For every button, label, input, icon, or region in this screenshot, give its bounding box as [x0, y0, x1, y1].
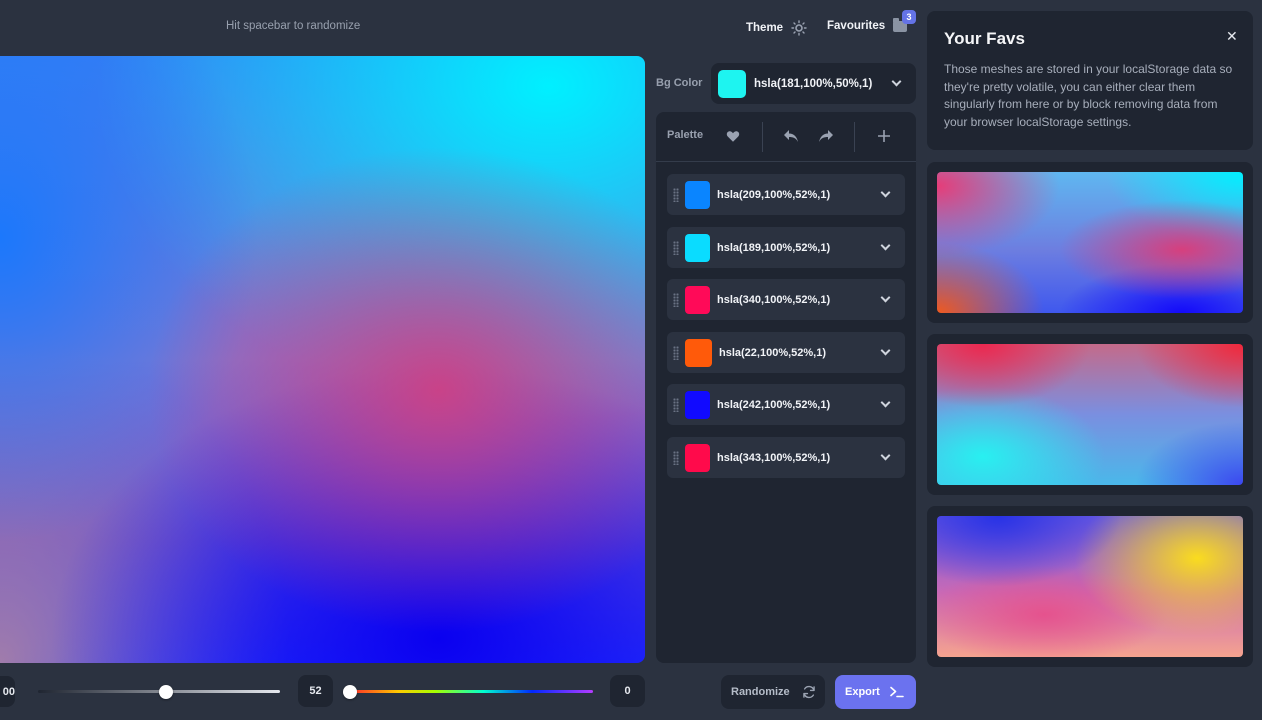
randomize-button[interactable]: Randomize	[721, 675, 825, 709]
sun-icon	[791, 20, 807, 36]
heart-icon[interactable]	[726, 129, 740, 143]
color-value: hsla(343,100%,52%,1)	[717, 451, 831, 464]
favs-title: Your Favs	[944, 29, 1025, 48]
bg-color-select[interactable]: hsla(181,100%,50%,1)	[711, 63, 916, 104]
favourites-count-badge: 3	[902, 10, 916, 24]
undo-icon[interactable]	[783, 129, 799, 143]
close-icon[interactable]: ✕	[1226, 29, 1238, 43]
lightness-slider-handle[interactable]	[159, 685, 173, 699]
drag-handle-icon[interactable]	[673, 187, 679, 202]
theme-toggle[interactable]: Theme	[746, 20, 807, 36]
palette-color-row[interactable]: hsla(209,100%,52%,1)	[667, 174, 905, 215]
bg-color-value: hsla(181,100%,50%,1)	[754, 77, 873, 90]
mesh-gradient-preview[interactable]	[0, 56, 645, 663]
favs-description: Those meshes are stored in your localSto…	[944, 62, 1233, 129]
lightness-value-box[interactable]: 52	[298, 675, 333, 707]
color-swatch[interactable]	[685, 390, 710, 419]
chevron-down-icon[interactable]	[880, 187, 891, 198]
favs-info-panel: Your Favs Those meshes are stored in you…	[927, 11, 1253, 150]
color-swatch[interactable]	[685, 180, 710, 209]
palette-color-row[interactable]: hsla(22,100%,52%,1)	[667, 332, 905, 373]
fav-mesh-thumbnail[interactable]	[937, 172, 1243, 313]
randomize-label: Randomize	[731, 686, 790, 698]
drag-handle-icon[interactable]	[673, 450, 679, 465]
toolbar-divider	[854, 122, 855, 152]
drag-handle-icon[interactable]	[673, 240, 679, 255]
color-swatch[interactable]	[685, 285, 710, 314]
drag-handle-icon[interactable]	[673, 292, 679, 307]
fav-mesh-card[interactable]	[927, 334, 1253, 495]
hue-slider-handle[interactable]	[343, 685, 357, 699]
hue-slider-track[interactable]	[350, 690, 593, 693]
color-value: hsla(242,100%,52%,1)	[717, 398, 831, 411]
chevron-down-icon[interactable]	[880, 397, 891, 408]
hue-value-box[interactable]: 0	[610, 675, 645, 707]
plus-icon[interactable]	[878, 130, 890, 142]
chevron-down-icon[interactable]	[880, 292, 891, 303]
color-swatch[interactable]	[685, 233, 710, 262]
fav-mesh-card[interactable]	[927, 506, 1253, 667]
refresh-icon	[802, 685, 815, 699]
chevron-down-icon[interactable]	[880, 450, 891, 461]
terminal-icon	[890, 686, 904, 698]
left-value-box[interactable]: 00	[0, 676, 15, 707]
bg-color-swatch[interactable]	[718, 69, 746, 98]
palette-color-row[interactable]: hsla(340,100%,52%,1)	[667, 279, 905, 320]
palette-panel: Palette hsla(209,100%,52%,1) hsla(189,10…	[656, 112, 916, 663]
export-label: Export	[845, 686, 880, 698]
toolbar-divider	[762, 122, 763, 152]
fav-mesh-card[interactable]	[927, 162, 1253, 323]
palette-toolbar: Palette	[656, 112, 916, 162]
color-value: hsla(22,100%,52%,1)	[719, 346, 827, 359]
color-swatch[interactable]	[685, 338, 712, 367]
fav-mesh-thumbnail[interactable]	[937, 516, 1243, 657]
palette-color-row[interactable]: hsla(189,100%,52%,1)	[667, 227, 905, 268]
randomize-hint: Hit spacebar to randomize	[226, 20, 361, 32]
palette-color-row[interactable]: hsla(242,100%,52%,1)	[667, 384, 905, 425]
chevron-down-icon[interactable]	[880, 345, 891, 356]
chevron-down-icon	[891, 76, 902, 87]
color-value: hsla(340,100%,52%,1)	[717, 293, 831, 306]
chevron-down-icon[interactable]	[880, 240, 891, 251]
fav-mesh-thumbnail[interactable]	[937, 344, 1243, 485]
export-button[interactable]: Export	[835, 675, 916, 709]
color-swatch[interactable]	[685, 443, 710, 472]
theme-label: Theme	[746, 22, 784, 34]
favourites-label: Favourites	[827, 20, 886, 32]
palette-color-row[interactable]: hsla(343,100%,52%,1)	[667, 437, 905, 478]
bg-color-label: Bg Color	[656, 77, 703, 89]
drag-handle-icon[interactable]	[673, 397, 679, 412]
color-value: hsla(189,100%,52%,1)	[717, 241, 831, 254]
redo-icon[interactable]	[818, 129, 834, 143]
palette-label: Palette	[667, 129, 704, 141]
color-value: hsla(209,100%,52%,1)	[717, 188, 831, 201]
drag-handle-icon[interactable]	[673, 345, 679, 360]
favourites-button[interactable]: Favourites	[827, 18, 908, 32]
